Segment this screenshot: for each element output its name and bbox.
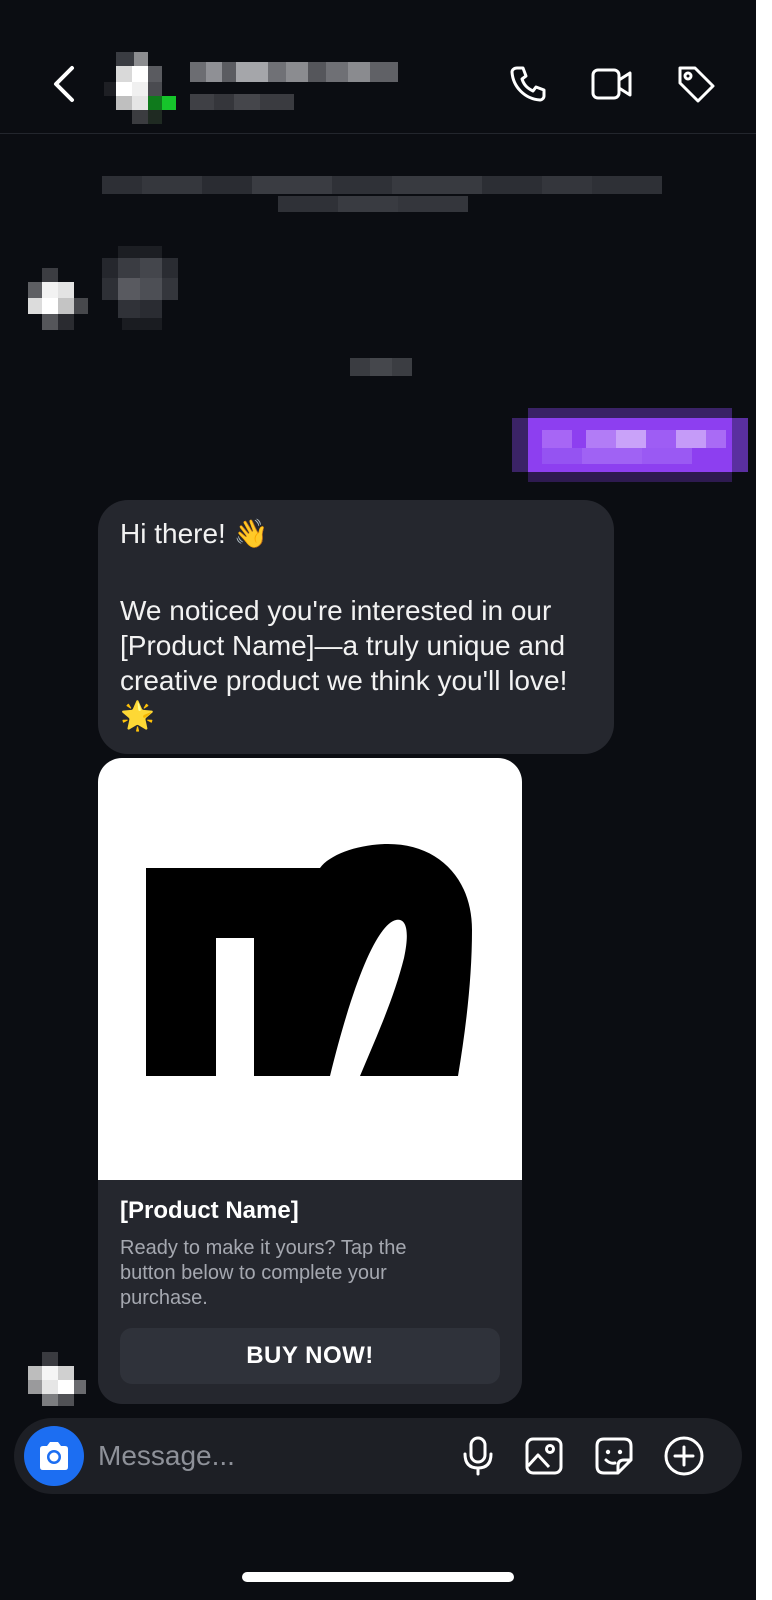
phone-icon	[510, 66, 546, 102]
product-card[interactable]: [Product Name] Ready to make it yours? T…	[98, 758, 522, 1404]
message-line: [Product Name]—a truly unique and	[120, 630, 566, 661]
video-call-button[interactable]	[590, 62, 634, 106]
video-camera-icon	[591, 68, 632, 100]
label-tag-button[interactable]	[674, 62, 718, 106]
contact-name-blurred	[190, 62, 398, 82]
message-composer	[14, 1418, 742, 1494]
message-line: We noticed you're interested in our	[120, 595, 552, 626]
message-line: creative product we think you'll love!	[120, 665, 568, 696]
contact-avatar[interactable]	[104, 52, 176, 124]
description-line: purchase.	[120, 1287, 208, 1309]
product-description: Ready to make it yours? Tap the button b…	[120, 1236, 500, 1311]
chat-header	[0, 0, 756, 134]
sender-avatar[interactable]	[28, 268, 88, 330]
sticker-icon	[595, 1437, 633, 1475]
camera-button[interactable]	[24, 1426, 84, 1486]
message-input[interactable]	[98, 1432, 438, 1480]
chat-screen: Hi there! 👋 We noticed you're interested…	[0, 0, 756, 1600]
microphone-icon	[463, 1436, 493, 1476]
incoming-message-blurred	[102, 246, 178, 330]
voice-call-button[interactable]	[506, 62, 550, 106]
chevron-left-icon	[54, 66, 74, 102]
product-title: [Product Name]	[120, 1197, 299, 1224]
voice-message-button[interactable]	[456, 1434, 500, 1478]
description-line: Ready to make it yours? Tap the	[120, 1237, 407, 1259]
sender-avatar[interactable]	[28, 1352, 86, 1406]
camera-icon	[40, 1442, 68, 1470]
back-button[interactable]	[42, 60, 86, 108]
message-line: 🌟	[120, 700, 155, 731]
incoming-message-bubble: Hi there! 👋 We noticed you're interested…	[98, 500, 614, 754]
tag-icon	[678, 66, 715, 103]
timestamp-blurred	[350, 358, 412, 376]
message-greeting: Hi there! 👋	[120, 518, 269, 549]
home-indicator[interactable]	[242, 1572, 514, 1582]
image-icon	[525, 1437, 563, 1475]
description-line: button below to complete your	[120, 1262, 387, 1284]
buy-now-button[interactable]: BUY NOW!	[120, 1328, 500, 1384]
more-options-button[interactable]	[662, 1434, 706, 1478]
system-notice-blurred	[102, 176, 662, 212]
contact-status-blurred	[190, 94, 294, 110]
brand-logo	[146, 844, 472, 1076]
product-image	[98, 758, 522, 1180]
outgoing-message-blurred	[512, 408, 748, 482]
screen-edge	[756, 0, 772, 1600]
plus-circle-icon	[664, 1436, 704, 1476]
sticker-button[interactable]	[592, 1434, 636, 1478]
gallery-button[interactable]	[522, 1434, 566, 1478]
